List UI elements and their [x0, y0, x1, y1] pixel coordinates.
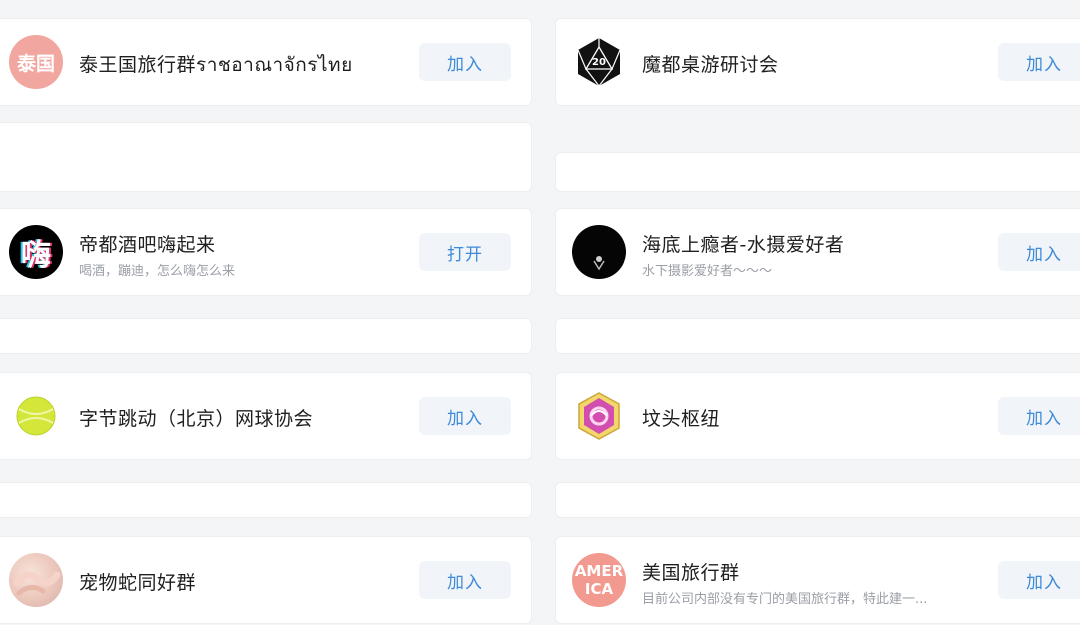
group-title: 美国旅行群	[642, 562, 740, 584]
group-card-thailand[interactable]: 泰国 泰王国旅行群ราชอาณาจักรไทย 加入	[0, 18, 532, 106]
join-button[interactable]: 加入	[419, 561, 511, 599]
group-card-fentou[interactable]: 坟头枢纽 加入	[555, 372, 1080, 460]
snake-photo-icon	[13, 571, 61, 596]
group-card-usa[interactable]: AMER ICA 美国旅行群 目前公司内部没有专门的美国旅行群，特此建一... …	[555, 536, 1080, 624]
diver-avatar	[572, 225, 626, 279]
card-fragment	[0, 122, 532, 192]
group-title: 坟头枢纽	[642, 408, 721, 430]
d20-avatar: 20	[572, 35, 626, 89]
group-description: 目前公司内部没有专门的美国旅行群，特此建一...	[642, 592, 928, 607]
snake-avatar	[9, 553, 63, 607]
join-button[interactable]: 加入	[998, 397, 1080, 435]
emblem-avatar	[572, 389, 626, 443]
card-fragment	[555, 482, 1080, 518]
group-list-right: 20 魔都桌游研讨会 加入 海底上瘾者-水摄爱好者 水下摄影爱好者～～～ 加入	[543, 0, 1080, 625]
tennis-ball-avatar	[9, 389, 63, 443]
join-button[interactable]: 加入	[419, 43, 511, 81]
card-fragment	[555, 152, 1080, 192]
group-card-snake[interactable]: 宠物蛇同好群 加入	[0, 536, 532, 624]
open-button[interactable]: 打开	[419, 233, 511, 271]
card-fragment	[0, 482, 532, 518]
diver-icon	[593, 256, 605, 271]
america-avatar: AMER ICA	[572, 553, 626, 607]
group-card-bar[interactable]: 嗨 帝都酒吧嗨起来 喝酒，蹦迪，怎么嗨怎么来 打开	[0, 208, 532, 296]
join-button[interactable]: 加入	[998, 561, 1080, 599]
group-title: 海底上瘾者-水摄爱好者	[642, 234, 845, 256]
group-card-boardgame[interactable]: 20 魔都桌游研讨会 加入	[555, 18, 1080, 106]
group-title: 字节跳动（北京）网球协会	[79, 408, 314, 430]
emblem-icon	[578, 392, 620, 440]
tennis-ball-icon	[16, 396, 56, 436]
group-title: 泰王国旅行群ราชอาณาจักรไทย	[79, 54, 353, 76]
join-button[interactable]: 加入	[998, 233, 1080, 271]
group-description: 水下摄影爱好者～～～	[642, 264, 773, 279]
thailand-avatar: 泰国	[9, 35, 63, 89]
d20-dice-icon: 20	[577, 38, 621, 87]
group-list-left: 泰国 泰王国旅行群ราชอาณาจักรไทย 加入 嗨 帝都酒吧嗨起来 喝酒，…	[0, 0, 540, 625]
card-fragment	[0, 318, 532, 354]
group-title: 魔都桌游研讨会	[642, 54, 779, 76]
group-description: 喝酒，蹦迪，怎么嗨怎么来	[79, 264, 236, 279]
join-button[interactable]: 加入	[419, 397, 511, 435]
join-button[interactable]: 加入	[998, 43, 1080, 81]
d20-number: 20	[592, 57, 606, 68]
group-card-diving[interactable]: 海底上瘾者-水摄爱好者 水下摄影爱好者～～～ 加入	[555, 208, 1080, 296]
card-fragment	[555, 318, 1080, 354]
group-title: 帝都酒吧嗨起来	[79, 234, 216, 256]
group-card-tennis[interactable]: 字节跳动（北京）网球协会 加入	[0, 372, 532, 460]
bar-avatar: 嗨	[9, 225, 63, 279]
group-title: 宠物蛇同好群	[79, 572, 197, 594]
